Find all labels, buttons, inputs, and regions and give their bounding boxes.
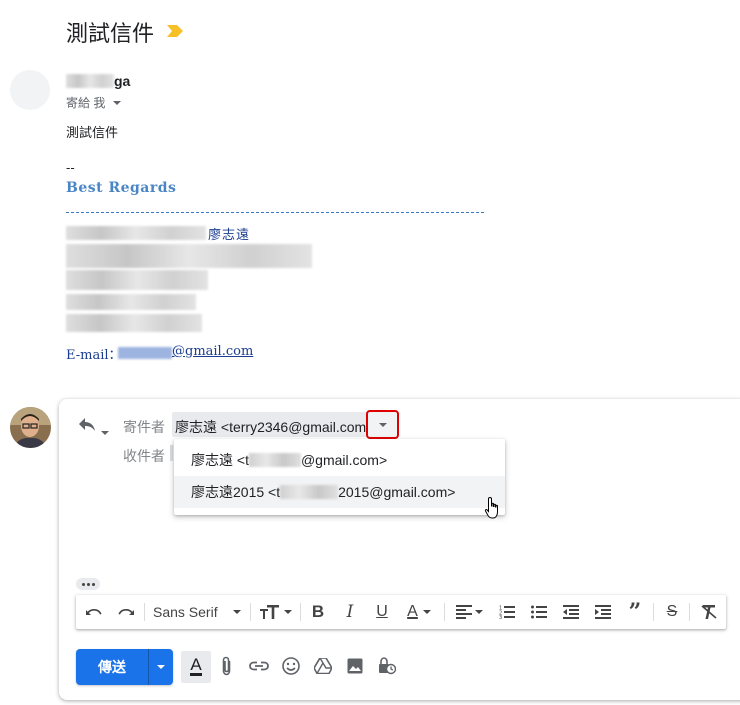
confidential-mode-icon[interactable]: [377, 656, 397, 676]
signature-regards: Best Regards: [66, 180, 177, 196]
from-option-redacted: [280, 485, 339, 499]
chevron-down-icon: [157, 665, 165, 669]
signature-line-redacted: [66, 294, 196, 310]
drive-icon[interactable]: [313, 656, 333, 676]
signature-name: 廖志遠: [208, 228, 251, 243]
chevron-down-icon: [378, 422, 387, 427]
email-subject: 測試信件: [66, 22, 155, 47]
to-field-edge[interactable]: [170, 445, 173, 461]
photo-icon[interactable]: [345, 656, 365, 676]
recipient-text: 寄給 我: [66, 96, 106, 110]
send-button-group: 傳送: [76, 649, 173, 685]
toolbar-divider: [144, 603, 145, 621]
from-address-menu: 廖志遠 <t @gmail.com> 廖志遠2015 <t 2015@gmail…: [174, 439, 505, 515]
formatting-options-icon[interactable]: A: [186, 656, 206, 676]
align-icon[interactable]: [452, 603, 486, 621]
from-option-prefix: 廖志遠2015 <t: [191, 484, 281, 500]
from-dropdown-button[interactable]: [366, 410, 399, 439]
font-family-select[interactable]: Sans Serif: [153, 604, 218, 620]
signature-line-redacted: [66, 244, 312, 268]
message-body: 測試信件: [66, 126, 119, 141]
indent-less-icon[interactable]: [561, 603, 581, 621]
svg-text:3: 3: [499, 615, 502, 619]
from-option-prefix: 廖志遠 <t: [191, 452, 249, 468]
send-options-button[interactable]: [149, 649, 173, 685]
signature-line-redacted: [66, 314, 202, 332]
indent-more-icon[interactable]: [593, 603, 613, 621]
reply-icon[interactable]: [78, 416, 96, 437]
strikethrough-icon[interactable]: S: [662, 603, 682, 621]
from-option[interactable]: 廖志遠 <t @gmail.com>: [174, 444, 505, 476]
from-option-suffix: @gmail.com>: [300, 452, 388, 468]
numbered-list-icon[interactable]: 123: [497, 603, 517, 621]
from-option-redacted: [248, 453, 301, 467]
sender-name[interactable]: ga: [114, 73, 130, 89]
emoji-icon[interactable]: [281, 656, 301, 676]
from-option[interactable]: 廖志遠2015 <t 2015@gmail.com>: [174, 476, 505, 508]
sender-name-redacted: [66, 74, 114, 88]
clear-format-icon[interactable]: [699, 603, 719, 621]
bold-icon[interactable]: B: [308, 602, 328, 621]
signature-rule: [66, 212, 484, 213]
signature-line-redacted: [66, 270, 208, 290]
my-avatar: [10, 407, 51, 448]
signature-email-redacted[interactable]: [118, 347, 172, 359]
toolbar-divider: [444, 603, 445, 621]
font-size-icon[interactable]: [258, 603, 292, 621]
bulleted-list-icon[interactable]: [529, 603, 549, 621]
toolbar-divider: [300, 603, 301, 621]
underline-icon[interactable]: U: [372, 603, 392, 621]
recipient-line[interactable]: 寄給 我: [66, 94, 122, 111]
chevron-down-icon[interactable]: [113, 100, 122, 105]
from-option-suffix: 2015@gmail.com>: [338, 484, 456, 500]
send-button[interactable]: 傳送: [76, 649, 148, 685]
link-icon[interactable]: [248, 656, 270, 676]
text-color-icon[interactable]: A: [402, 603, 436, 621]
signature-email-link[interactable]: @gmail.com: [172, 344, 253, 359]
signature-separator: --: [66, 160, 75, 175]
hand-cursor-icon: [484, 496, 502, 525]
show-trimmed-content-button[interactable]: [76, 578, 100, 590]
signature-email-label: E-mail：: [66, 348, 122, 363]
italic-icon[interactable]: I: [340, 602, 360, 622]
sender-avatar[interactable]: [10, 70, 50, 110]
quote-icon[interactable]: ”: [625, 599, 645, 625]
toolbar-divider: [250, 603, 251, 621]
importance-marker-icon[interactable]: [167, 24, 183, 42]
from-label: 寄件者: [123, 419, 165, 435]
signature-title-redacted: [66, 226, 206, 240]
undo-icon[interactable]: [84, 603, 104, 621]
toolbar-divider: [689, 603, 690, 621]
redo-icon[interactable]: [116, 603, 136, 621]
to-label: 收件者: [123, 448, 165, 464]
chevron-down-icon[interactable]: [101, 422, 109, 440]
toolbar-divider: [653, 603, 654, 621]
chevron-down-icon[interactable]: [232, 603, 242, 621]
from-value[interactable]: 廖志遠 <terry2346@gmail.com>: [175, 417, 374, 437]
attach-icon[interactable]: [219, 656, 235, 676]
